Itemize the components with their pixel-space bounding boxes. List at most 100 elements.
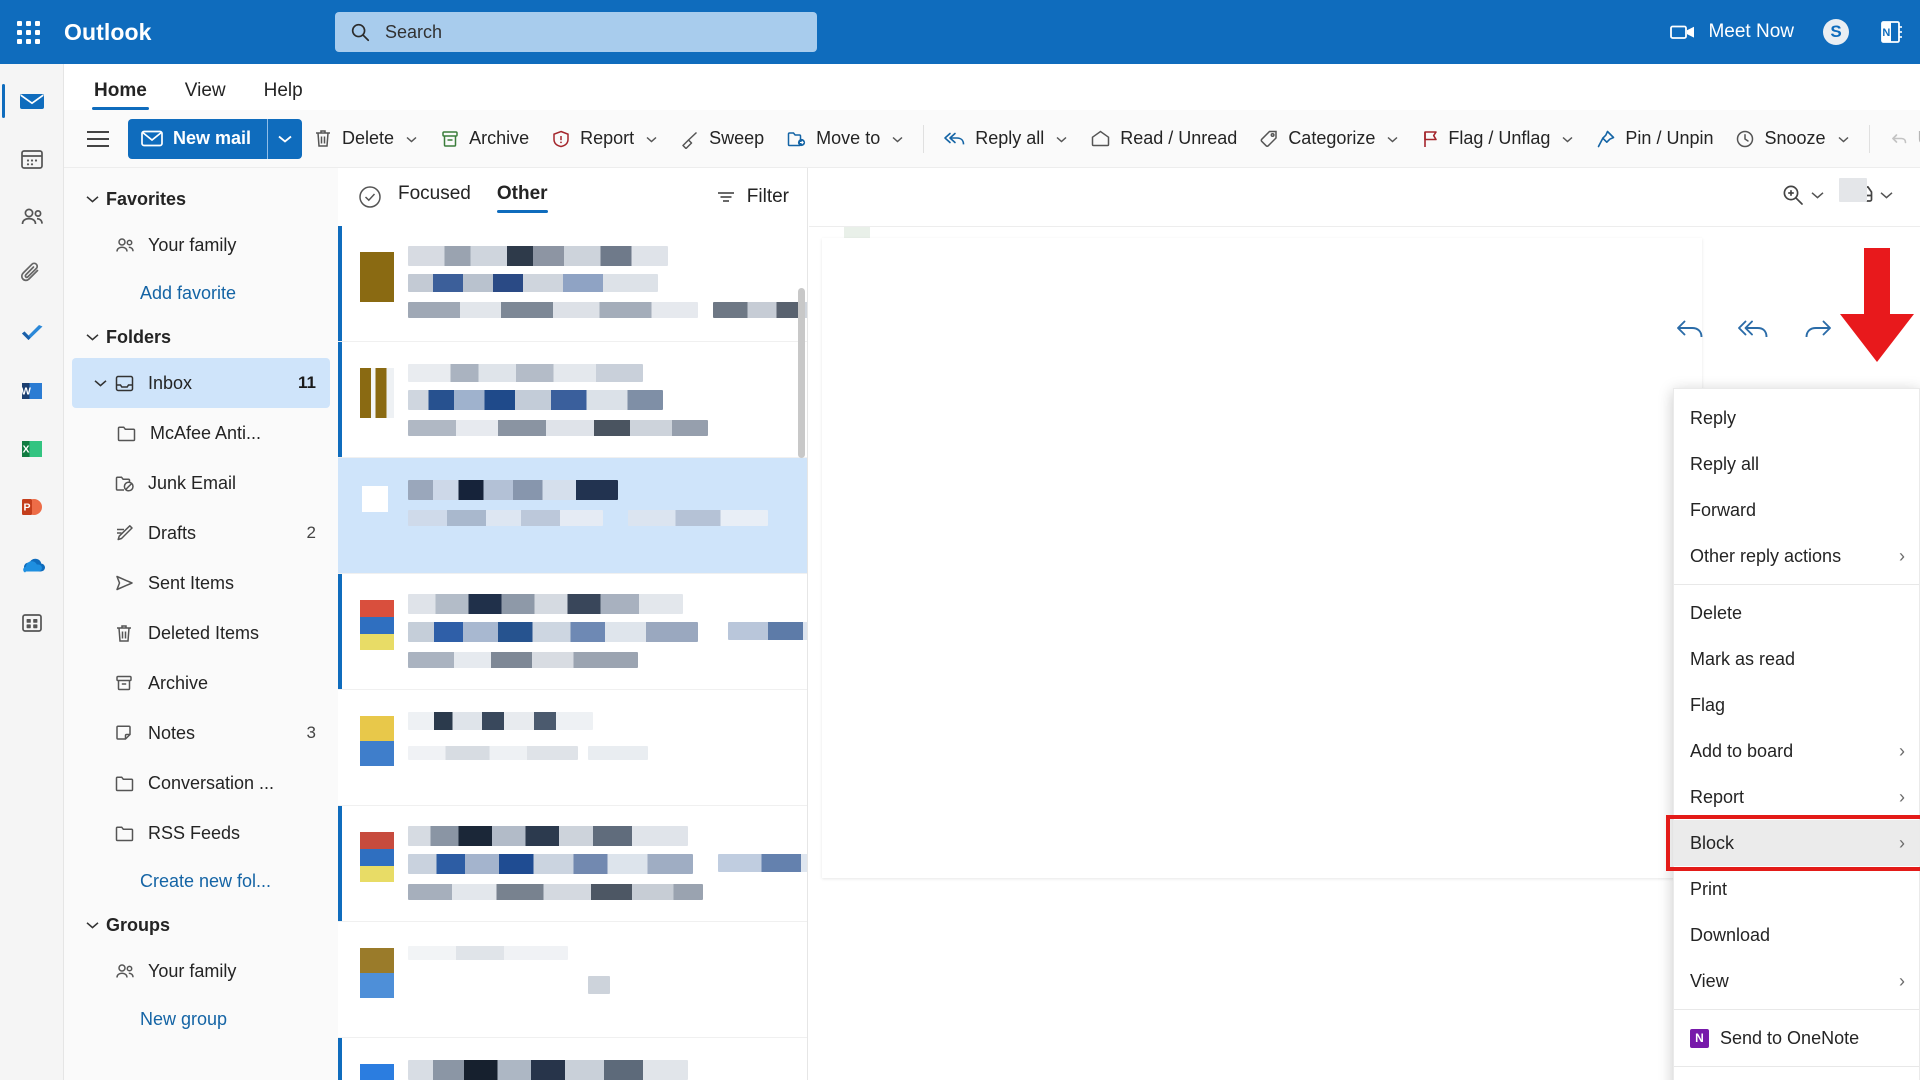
search-box[interactable] <box>335 12 817 52</box>
message-list-item[interactable] <box>338 342 807 458</box>
cmd-snooze[interactable]: Snooze <box>1724 119 1860 159</box>
reply-all-button[interactable] <box>1737 318 1771 340</box>
folder-item-deleted-items[interactable]: Deleted Items <box>72 608 330 658</box>
message-list-item[interactable] <box>338 690 807 806</box>
rail-item-powerpoint[interactable]: P <box>0 478 64 536</box>
cmd-reply-all[interactable]: Reply all <box>932 119 1079 159</box>
message-list-item[interactable] <box>338 806 807 922</box>
chevron-down-icon[interactable] <box>1837 128 1850 149</box>
chevron-down-icon[interactable] <box>1561 128 1574 149</box>
tab-help[interactable]: Help <box>252 80 315 110</box>
folder-item-rss-feeds[interactable]: RSS Feeds <box>72 808 330 858</box>
menu-item-report[interactable]: Report › <box>1674 774 1919 820</box>
cmd-pin-unpin[interactable]: Pin / Unpin <box>1585 119 1724 159</box>
chevron-down-icon[interactable] <box>645 128 658 149</box>
rail-item-excel[interactable]: X <box>0 420 64 478</box>
folder-item-notes[interactable]: Notes 3 <box>72 708 330 758</box>
skype-button[interactable]: S <box>1808 8 1864 56</box>
menu-item-download[interactable]: Download <box>1674 912 1919 958</box>
new-mail-main[interactable]: New mail <box>128 118 268 159</box>
cmd-categorize[interactable]: Categorize <box>1248 119 1410 159</box>
menu-item-mark-as-read[interactable]: Mark as read <box>1674 636 1919 682</box>
cmd-move-to[interactable]: Move to <box>775 119 915 159</box>
tab-focused[interactable]: Focused <box>398 183 471 211</box>
chevron-down-icon[interactable] <box>86 378 114 388</box>
tab-view[interactable]: View <box>173 80 238 110</box>
folder-item-sent-items[interactable]: Sent Items <box>72 558 330 608</box>
rail-item-attachments[interactable] <box>0 246 64 304</box>
menu-item-block[interactable]: Block › <box>1666 815 1920 871</box>
rail-item-all-apps[interactable] <box>0 594 64 652</box>
add-favorite-link[interactable]: Add favorite <box>64 270 338 316</box>
folders-header[interactable]: Folders <box>64 316 338 358</box>
cmd-sweep[interactable]: Sweep <box>669 119 775 159</box>
cmd-undo[interactable]: U <box>1878 119 1920 159</box>
folder-item-drafts[interactable]: Drafts 2 <box>72 508 330 558</box>
cmd-report[interactable]: Report <box>540 119 669 159</box>
toggle-folder-pane-button[interactable] <box>80 121 116 157</box>
onenote-button[interactable]: N <box>1864 8 1920 56</box>
folder-count: 3 <box>306 723 316 742</box>
menu-item-print[interactable]: Print <box>1674 866 1919 912</box>
filter-icon <box>717 192 734 202</box>
waffle-icon <box>16 20 40 44</box>
rail-item-calendar[interactable] <box>0 130 64 188</box>
rail-item-word[interactable]: W <box>0 362 64 420</box>
chevron-down-icon[interactable] <box>1386 128 1399 149</box>
message-list-item[interactable] <box>338 226 807 342</box>
filter-button[interactable]: Filter <box>715 186 789 208</box>
menu-item-send-to-onenote[interactable]: N Send to OneNote <box>1674 1015 1919 1061</box>
new-mail-button[interactable]: New mail <box>128 118 303 159</box>
cmd-flag-unflag[interactable]: Flag / Unflag <box>1410 119 1585 159</box>
create-new-folder-link[interactable]: Create new fol... <box>64 858 338 904</box>
message-list[interactable] <box>338 226 807 1080</box>
group-item-your-family[interactable]: Your family <box>72 946 330 996</box>
message-list-item-selected[interactable] <box>338 458 807 574</box>
forward-button[interactable] <box>1801 318 1833 340</box>
folders-header-label: Folders <box>106 326 172 347</box>
menu-item-forward[interactable]: Forward <box>1674 487 1919 533</box>
chevron-down-icon[interactable] <box>891 128 904 149</box>
menu-item-reply-all[interactable]: Reply all <box>1674 441 1919 487</box>
app-launcher-button[interactable] <box>0 0 56 64</box>
rail-item-onedrive[interactable] <box>0 536 64 594</box>
message-list-item[interactable] <box>338 574 807 690</box>
menu-item-add-to-board[interactable]: Add to board › <box>1674 728 1919 774</box>
rail-item-people[interactable] <box>0 188 64 246</box>
avatar <box>360 368 394 418</box>
menu-item-reply[interactable]: Reply <box>1674 395 1919 441</box>
select-all-icon[interactable] <box>356 183 384 211</box>
groups-header[interactable]: Groups <box>64 904 338 946</box>
menu-item-get-add-ins[interactable]: Get Add-ins <box>1674 1072 1919 1080</box>
menu-item-delete[interactable]: Delete <box>1674 590 1919 636</box>
cmd-read-unread[interactable]: Read / Unread <box>1079 119 1248 159</box>
favorite-item-your-family[interactable]: Your family <box>72 220 330 270</box>
rail-item-to-do[interactable] <box>0 304 64 362</box>
cmd-delete[interactable]: Delete <box>302 119 429 159</box>
zoom-control[interactable] <box>1772 176 1833 214</box>
new-group-link[interactable]: New group <box>64 996 338 1042</box>
message-list-item[interactable] <box>338 1038 807 1080</box>
chevron-down-icon[interactable] <box>1055 128 1068 149</box>
scrollbar-thumb[interactable] <box>798 288 805 458</box>
message-list-scrollbar[interactable] <box>798 226 806 1080</box>
search-input[interactable] <box>385 21 803 43</box>
message-list-item[interactable] <box>338 922 807 1038</box>
folder-item-inbox[interactable]: Inbox 11 <box>72 358 330 408</box>
folder-item-conversation-history[interactable]: Conversation ... <box>72 758 330 808</box>
folder-item-junk-email[interactable]: Junk Email <box>72 458 330 508</box>
menu-item-other-reply-actions[interactable]: Other reply actions › <box>1674 533 1919 579</box>
cmd-archive[interactable]: Archive <box>429 119 540 159</box>
rail-item-mail[interactable] <box>0 72 64 130</box>
new-mail-caret-button[interactable] <box>268 118 303 159</box>
reply-button[interactable] <box>1675 318 1707 340</box>
tab-other[interactable]: Other <box>496 183 548 213</box>
meet-now-button[interactable]: Meet Now <box>1656 8 1808 56</box>
favorites-header[interactable]: Favorites <box>64 178 338 220</box>
tab-home[interactable]: Home <box>82 80 159 110</box>
chevron-down-icon[interactable] <box>405 128 418 149</box>
menu-item-flag[interactable]: Flag <box>1674 682 1919 728</box>
folder-item-archive[interactable]: Archive <box>72 658 330 708</box>
menu-item-view[interactable]: View › <box>1674 958 1919 1004</box>
folder-item-mcafee-anti[interactable]: McAfee Anti... <box>72 408 330 458</box>
